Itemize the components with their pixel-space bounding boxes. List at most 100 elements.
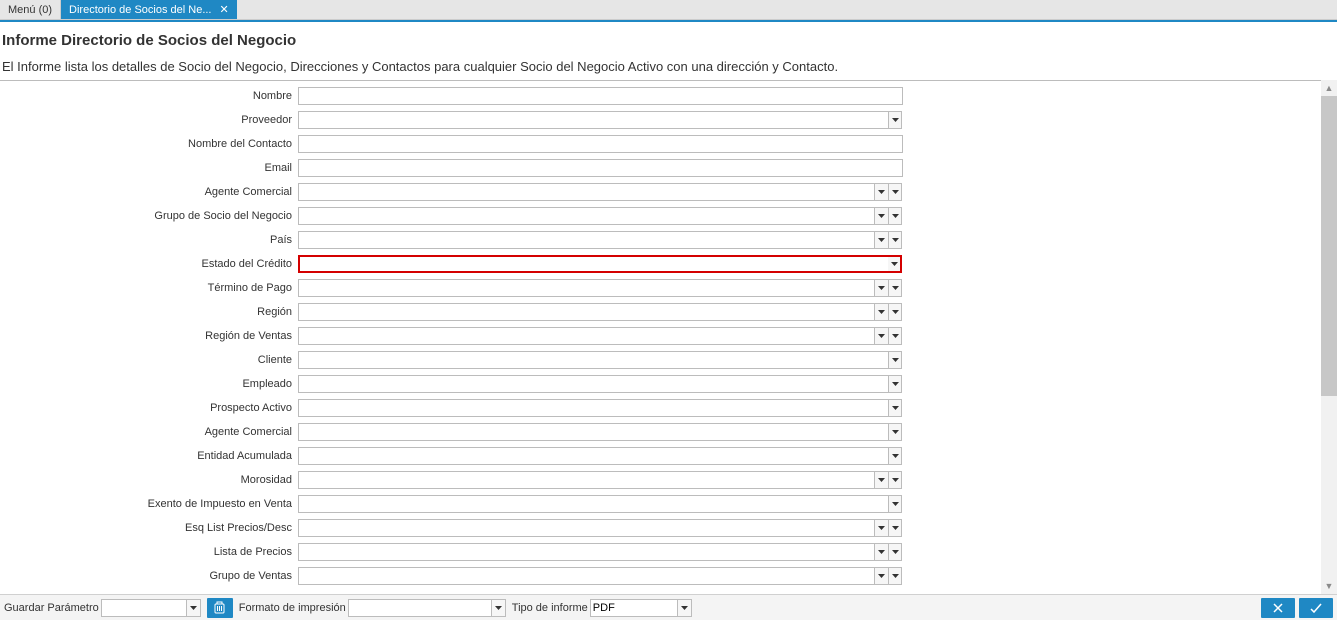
- field-wrapper: [298, 111, 902, 129]
- chevron-down-icon[interactable]: [874, 471, 888, 489]
- combo-input[interactable]: [298, 495, 888, 513]
- scrollbar[interactable]: ▲ ▼: [1321, 80, 1337, 594]
- combo-input[interactable]: [298, 231, 874, 249]
- combo-field[interactable]: [298, 375, 902, 393]
- field-wrapper: [298, 231, 902, 249]
- combo-field[interactable]: [298, 519, 902, 537]
- combo-field[interactable]: [298, 351, 902, 369]
- combo-field[interactable]: [298, 327, 902, 345]
- combo-input[interactable]: [298, 111, 888, 129]
- scroll-thumb[interactable]: [1321, 96, 1337, 396]
- field-label: País: [0, 234, 298, 246]
- chevron-down-icon[interactable]: [186, 600, 200, 616]
- combo-input[interactable]: [298, 207, 874, 225]
- combo-input[interactable]: [298, 351, 888, 369]
- combo-input[interactable]: [298, 519, 874, 537]
- scroll-up-icon[interactable]: ▲: [1321, 80, 1337, 96]
- chevron-down-icon[interactable]: [874, 279, 888, 297]
- chevron-down-icon[interactable]: [888, 183, 902, 201]
- combo-field[interactable]: [298, 471, 902, 489]
- combo-input[interactable]: [298, 399, 888, 417]
- chevron-down-icon[interactable]: [888, 207, 902, 225]
- chevron-down-icon[interactable]: [874, 543, 888, 561]
- chevron-down-icon[interactable]: [874, 327, 888, 345]
- combo-field[interactable]: [298, 183, 902, 201]
- tab-menu[interactable]: Menú (0): [0, 0, 61, 19]
- combo-field[interactable]: [298, 111, 902, 129]
- chevron-down-icon[interactable]: [888, 543, 902, 561]
- combo-field[interactable]: [298, 399, 902, 417]
- combo-field[interactable]: [298, 543, 902, 561]
- chevron-down-icon[interactable]: [888, 231, 902, 249]
- combo-input[interactable]: [298, 183, 874, 201]
- chevron-down-icon[interactable]: [888, 351, 902, 369]
- chevron-down-icon[interactable]: [888, 399, 902, 417]
- chevron-down-icon[interactable]: [888, 567, 902, 585]
- chevron-down-icon[interactable]: [491, 600, 505, 616]
- chevron-down-icon[interactable]: [888, 471, 902, 489]
- chevron-down-icon[interactable]: [874, 567, 888, 585]
- print-format-input[interactable]: [349, 600, 491, 616]
- combo-field[interactable]: [298, 279, 902, 297]
- delete-button[interactable]: [207, 598, 233, 618]
- field-label: Prospecto Activo: [0, 402, 298, 414]
- combo-input[interactable]: [298, 567, 874, 585]
- field-wrapper: [298, 543, 902, 561]
- chevron-down-icon[interactable]: [874, 231, 888, 249]
- cancel-button[interactable]: [1261, 598, 1295, 618]
- chevron-down-icon[interactable]: [888, 519, 902, 537]
- text-input[interactable]: [298, 159, 903, 177]
- report-type-input[interactable]: [591, 600, 677, 616]
- save-param-field[interactable]: [101, 599, 201, 617]
- field-wrapper: [298, 183, 902, 201]
- field-label: Agente Comercial: [0, 426, 298, 438]
- chevron-down-icon[interactable]: [888, 327, 902, 345]
- combo-input[interactable]: [298, 303, 874, 321]
- header: Informe Directorio de Socios del Negocio…: [0, 22, 1337, 74]
- combo-field[interactable]: [298, 255, 902, 273]
- chevron-down-icon[interactable]: [874, 519, 888, 537]
- close-icon[interactable]: ✕: [219, 3, 228, 16]
- combo-field[interactable]: [298, 423, 902, 441]
- print-format-field[interactable]: [348, 599, 506, 617]
- tab-active[interactable]: Directorio de Socios del Ne... ✕: [61, 0, 237, 19]
- chevron-down-icon[interactable]: [874, 207, 888, 225]
- report-type-field[interactable]: [590, 599, 692, 617]
- combo-input[interactable]: [298, 543, 874, 561]
- combo-input[interactable]: [298, 471, 874, 489]
- combo-field[interactable]: [298, 231, 902, 249]
- combo-field[interactable]: [298, 495, 902, 513]
- combo-input[interactable]: [298, 423, 888, 441]
- chevron-down-icon[interactable]: [888, 375, 902, 393]
- combo-input[interactable]: [298, 255, 888, 273]
- chevron-down-icon[interactable]: [874, 183, 888, 201]
- confirm-button[interactable]: [1299, 598, 1333, 618]
- chevron-down-icon[interactable]: [888, 255, 902, 273]
- save-param-label: Guardar Parámetro: [4, 602, 99, 614]
- scroll-down-icon[interactable]: ▼: [1321, 578, 1337, 594]
- combo-input[interactable]: [298, 327, 874, 345]
- combo-field[interactable]: [298, 567, 902, 585]
- chevron-down-icon[interactable]: [874, 303, 888, 321]
- combo-input[interactable]: [298, 447, 888, 465]
- combo-field[interactable]: [298, 303, 902, 321]
- chevron-down-icon[interactable]: [888, 447, 902, 465]
- combo-field[interactable]: [298, 207, 902, 225]
- text-input[interactable]: [298, 135, 903, 153]
- chevron-down-icon[interactable]: [888, 303, 902, 321]
- combo-field[interactable]: [298, 447, 902, 465]
- chevron-down-icon[interactable]: [888, 279, 902, 297]
- combo-input[interactable]: [298, 279, 874, 297]
- save-param-input[interactable]: [102, 600, 186, 616]
- combo-input[interactable]: [298, 375, 888, 393]
- chevron-down-icon[interactable]: [888, 423, 902, 441]
- field-wrapper: [298, 303, 902, 321]
- chevron-down-icon[interactable]: [888, 495, 902, 513]
- field-label: Grupo de Socio del Negocio: [0, 210, 298, 222]
- chevron-down-icon[interactable]: [888, 111, 902, 129]
- form-area: NombreProveedorNombre del ContactoEmailA…: [0, 80, 1337, 594]
- text-input[interactable]: [298, 87, 903, 105]
- chevron-down-icon[interactable]: [677, 600, 691, 616]
- field-label: Proveedor: [0, 114, 298, 126]
- field-label: Estado del Crédito: [0, 258, 298, 270]
